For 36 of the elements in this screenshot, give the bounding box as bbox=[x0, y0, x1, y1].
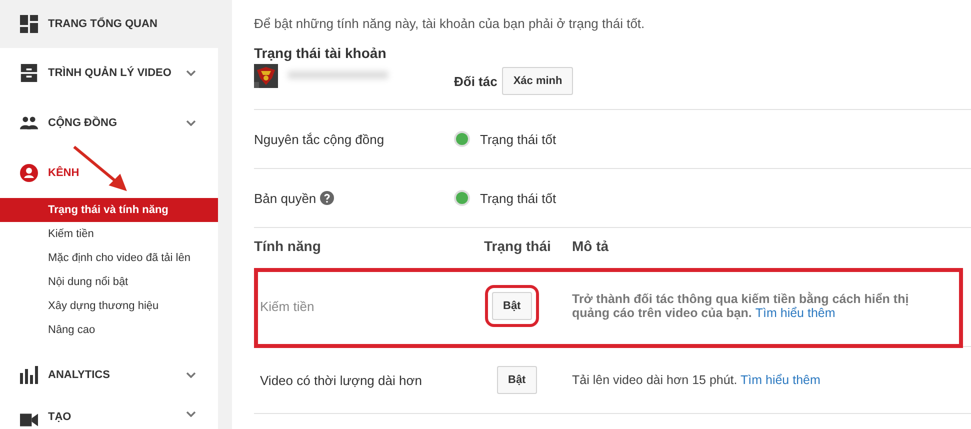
sub-nav-item[interactable]: Nâng cao bbox=[0, 318, 218, 342]
sub-nav-item[interactable]: Nội dung nổi bật bbox=[0, 270, 218, 294]
standing-label: Nguyên tắc cộng đồng bbox=[254, 132, 384, 146]
account-icon bbox=[20, 164, 38, 182]
enable-button[interactable]: Bật bbox=[497, 366, 537, 394]
sub-nav-item[interactable]: Trạng thái và tính năng bbox=[0, 198, 218, 222]
chevron-down-icon bbox=[186, 372, 196, 378]
intro-text: Để bật những tính năng này, tài khoản của bạn phải ở trạng thái tốt. bbox=[254, 16, 646, 31]
chevron-down-icon bbox=[186, 120, 196, 126]
partner-status: Đối tác bbox=[454, 74, 498, 88]
feature-name: Video có thời lượng dài hơn bbox=[259, 372, 423, 388]
camera-icon bbox=[20, 411, 38, 429]
feature-description: Trở thành đối tác thông qua kiếm tiền bằng cách hiển thị quảng cáo trên video của bạn. Tìm hiểu thêm bbox=[572, 292, 910, 320]
status-text: Trạng thái tốt bbox=[480, 132, 556, 146]
sub-nav-item[interactable]: Kiếm tiền bbox=[0, 222, 218, 246]
column-header: Mô tả bbox=[572, 238, 610, 254]
learn-more-link[interactable]: Tìm hiểu thêm bbox=[740, 373, 820, 387]
feature-name: Kiếm tiền bbox=[259, 298, 316, 314]
chevron-down-icon bbox=[186, 70, 196, 76]
help-icon[interactable] bbox=[320, 191, 334, 205]
learn-more-link[interactable]: Tìm hiểu thêm bbox=[755, 306, 836, 320]
verify-button[interactable]: Xác minh bbox=[502, 67, 574, 95]
column-header: Tính năng bbox=[254, 238, 322, 254]
bar-chart-icon bbox=[20, 366, 38, 384]
status-text: Trạng thái tốt bbox=[480, 190, 556, 206]
dashboard-icon bbox=[20, 15, 38, 33]
column-header: Trạng thái bbox=[484, 238, 552, 254]
nav-item[interactable]: TRANG TỔNG QUAN bbox=[0, 0, 218, 48]
people-icon bbox=[20, 114, 38, 132]
chevron-down-icon bbox=[186, 411, 196, 417]
sub-nav-item[interactable]: Mặc định cho video đã tải lên bbox=[0, 246, 218, 270]
standing-label: Bản quyền bbox=[254, 190, 316, 206]
sub-nav-item[interactable]: Xây dựng thương hiệu bbox=[0, 294, 218, 318]
video-manager-icon bbox=[20, 64, 38, 82]
section-heading: Trạng thái tài khoản bbox=[254, 45, 388, 61]
feature-description: Tải lên video dài hơn 15 phút. Tìm hiểu thêm bbox=[572, 373, 822, 387]
